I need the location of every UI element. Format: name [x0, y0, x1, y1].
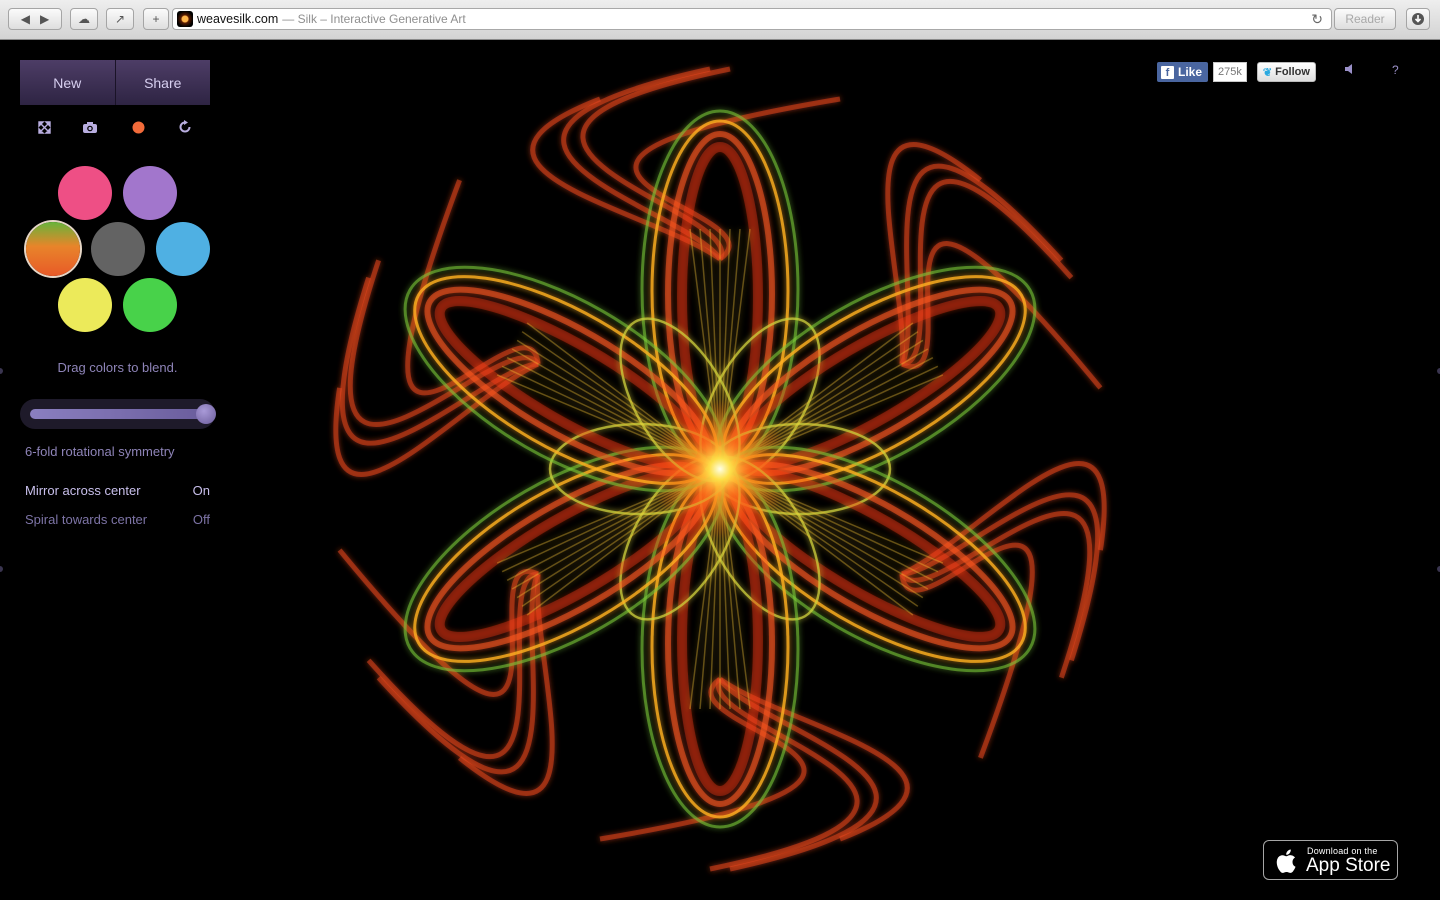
- downloads-button[interactable]: [1406, 8, 1430, 30]
- color-swatch-green[interactable]: [123, 278, 177, 332]
- flame-wisp: [899, 510, 1093, 679]
- address-host: weavesilk.com: [197, 12, 279, 26]
- record-dot-icon[interactable]: [129, 118, 147, 136]
- flame-wisp: [405, 179, 541, 396]
- twitter-follow-button[interactable]: ❦ Follow: [1256, 62, 1316, 82]
- flame-wisp: [561, 66, 723, 261]
- browser-toolbar: ◀ ▶ ☁ ↗ + weavesilk.com — Silk – Interac…: [0, 0, 1440, 40]
- social-buttons: f Like 275k ❦ Follow: [1157, 61, 1316, 83]
- mirror-label: Mirror across center: [25, 483, 141, 498]
- flame-wisp: [633, 96, 841, 262]
- address-bar[interactable]: weavesilk.com — Silk – Interactive Gener…: [172, 8, 1332, 30]
- like-label: Like: [1178, 65, 1203, 79]
- follow-label: Follow: [1275, 66, 1310, 78]
- share-icon: ↗: [114, 12, 126, 26]
- facebook-icon: f: [1161, 65, 1174, 79]
- fullscreen-icon[interactable]: [35, 118, 53, 136]
- silk-page: New Share Drag colors to blend. 6-fold r…: [0, 41, 1440, 900]
- new-button[interactable]: New: [20, 60, 116, 105]
- camera-icon[interactable]: [81, 118, 99, 136]
- blend-hint: Drag colors to blend.: [57, 360, 178, 375]
- download-icon: [1412, 13, 1424, 25]
- undo-icon[interactable]: [176, 118, 194, 136]
- share-button[interactable]: Share: [115, 60, 210, 105]
- appstore-line2: App Store: [1306, 855, 1391, 876]
- symmetry-label: 6-fold rotational symmetry: [25, 444, 175, 459]
- symmetry-slider[interactable]: [20, 399, 216, 429]
- silk-canvas[interactable]: [0, 41, 1440, 900]
- like-count: 275k: [1213, 62, 1247, 82]
- color-swatch-orange-green-blend[interactable]: [26, 222, 80, 276]
- spiral-toggle-row[interactable]: Spiral towards center Off: [25, 512, 210, 527]
- back-forward-buttons[interactable]: ◀ ▶: [8, 8, 62, 30]
- spiral-label: Spiral towards center: [25, 512, 148, 527]
- plus-icon: +: [152, 12, 160, 26]
- slider-track[interactable]: [30, 409, 206, 419]
- top-buttons: New Share: [20, 60, 210, 105]
- reader-button[interactable]: Reader: [1334, 8, 1396, 30]
- tool-row: [20, 105, 210, 145]
- share-page-button[interactable]: ↗: [106, 8, 134, 30]
- apple-icon: [1276, 849, 1296, 873]
- color-swatch-pink[interactable]: [58, 166, 112, 220]
- facebook-like-button[interactable]: f Like: [1157, 62, 1209, 82]
- twitter-bird-icon: ❦: [1262, 66, 1273, 79]
- reload-icon[interactable]: ↻: [1311, 11, 1323, 28]
- color-swatch-gray[interactable]: [91, 222, 145, 276]
- help-button[interactable]: ?: [1392, 63, 1399, 77]
- address-page-title: — Silk – Interactive Generative Art: [282, 12, 466, 26]
- flame-wisp: [717, 677, 879, 872]
- back-icon[interactable]: ◀: [21, 12, 30, 26]
- sound-icon[interactable]: [1344, 63, 1356, 78]
- color-swatch-yellow[interactable]: [58, 278, 112, 332]
- color-swatch-blue[interactable]: [156, 222, 210, 276]
- mirror-toggle-row[interactable]: Mirror across center On: [25, 483, 210, 498]
- mirror-value[interactable]: On: [193, 483, 210, 498]
- spiral-value[interactable]: Off: [193, 512, 210, 527]
- site-favicon: [177, 11, 193, 27]
- flame-wisp: [599, 676, 807, 842]
- flame-wisp: [899, 542, 1035, 759]
- cloud-icon: ☁: [78, 12, 90, 26]
- slider-knob[interactable]: [196, 404, 216, 424]
- flame-wisp: [347, 259, 541, 428]
- forward-icon[interactable]: ▶: [40, 12, 49, 26]
- color-swatch-purple[interactable]: [123, 166, 177, 220]
- control-panel: New Share Drag colors to blend. 6-fold r…: [20, 60, 216, 527]
- artwork-core-glow: [650, 399, 790, 539]
- icloud-tabs-button[interactable]: ☁: [70, 8, 98, 30]
- app-store-badge[interactable]: Download on the App Store: [1263, 840, 1398, 880]
- new-tab-button[interactable]: +: [143, 8, 169, 30]
